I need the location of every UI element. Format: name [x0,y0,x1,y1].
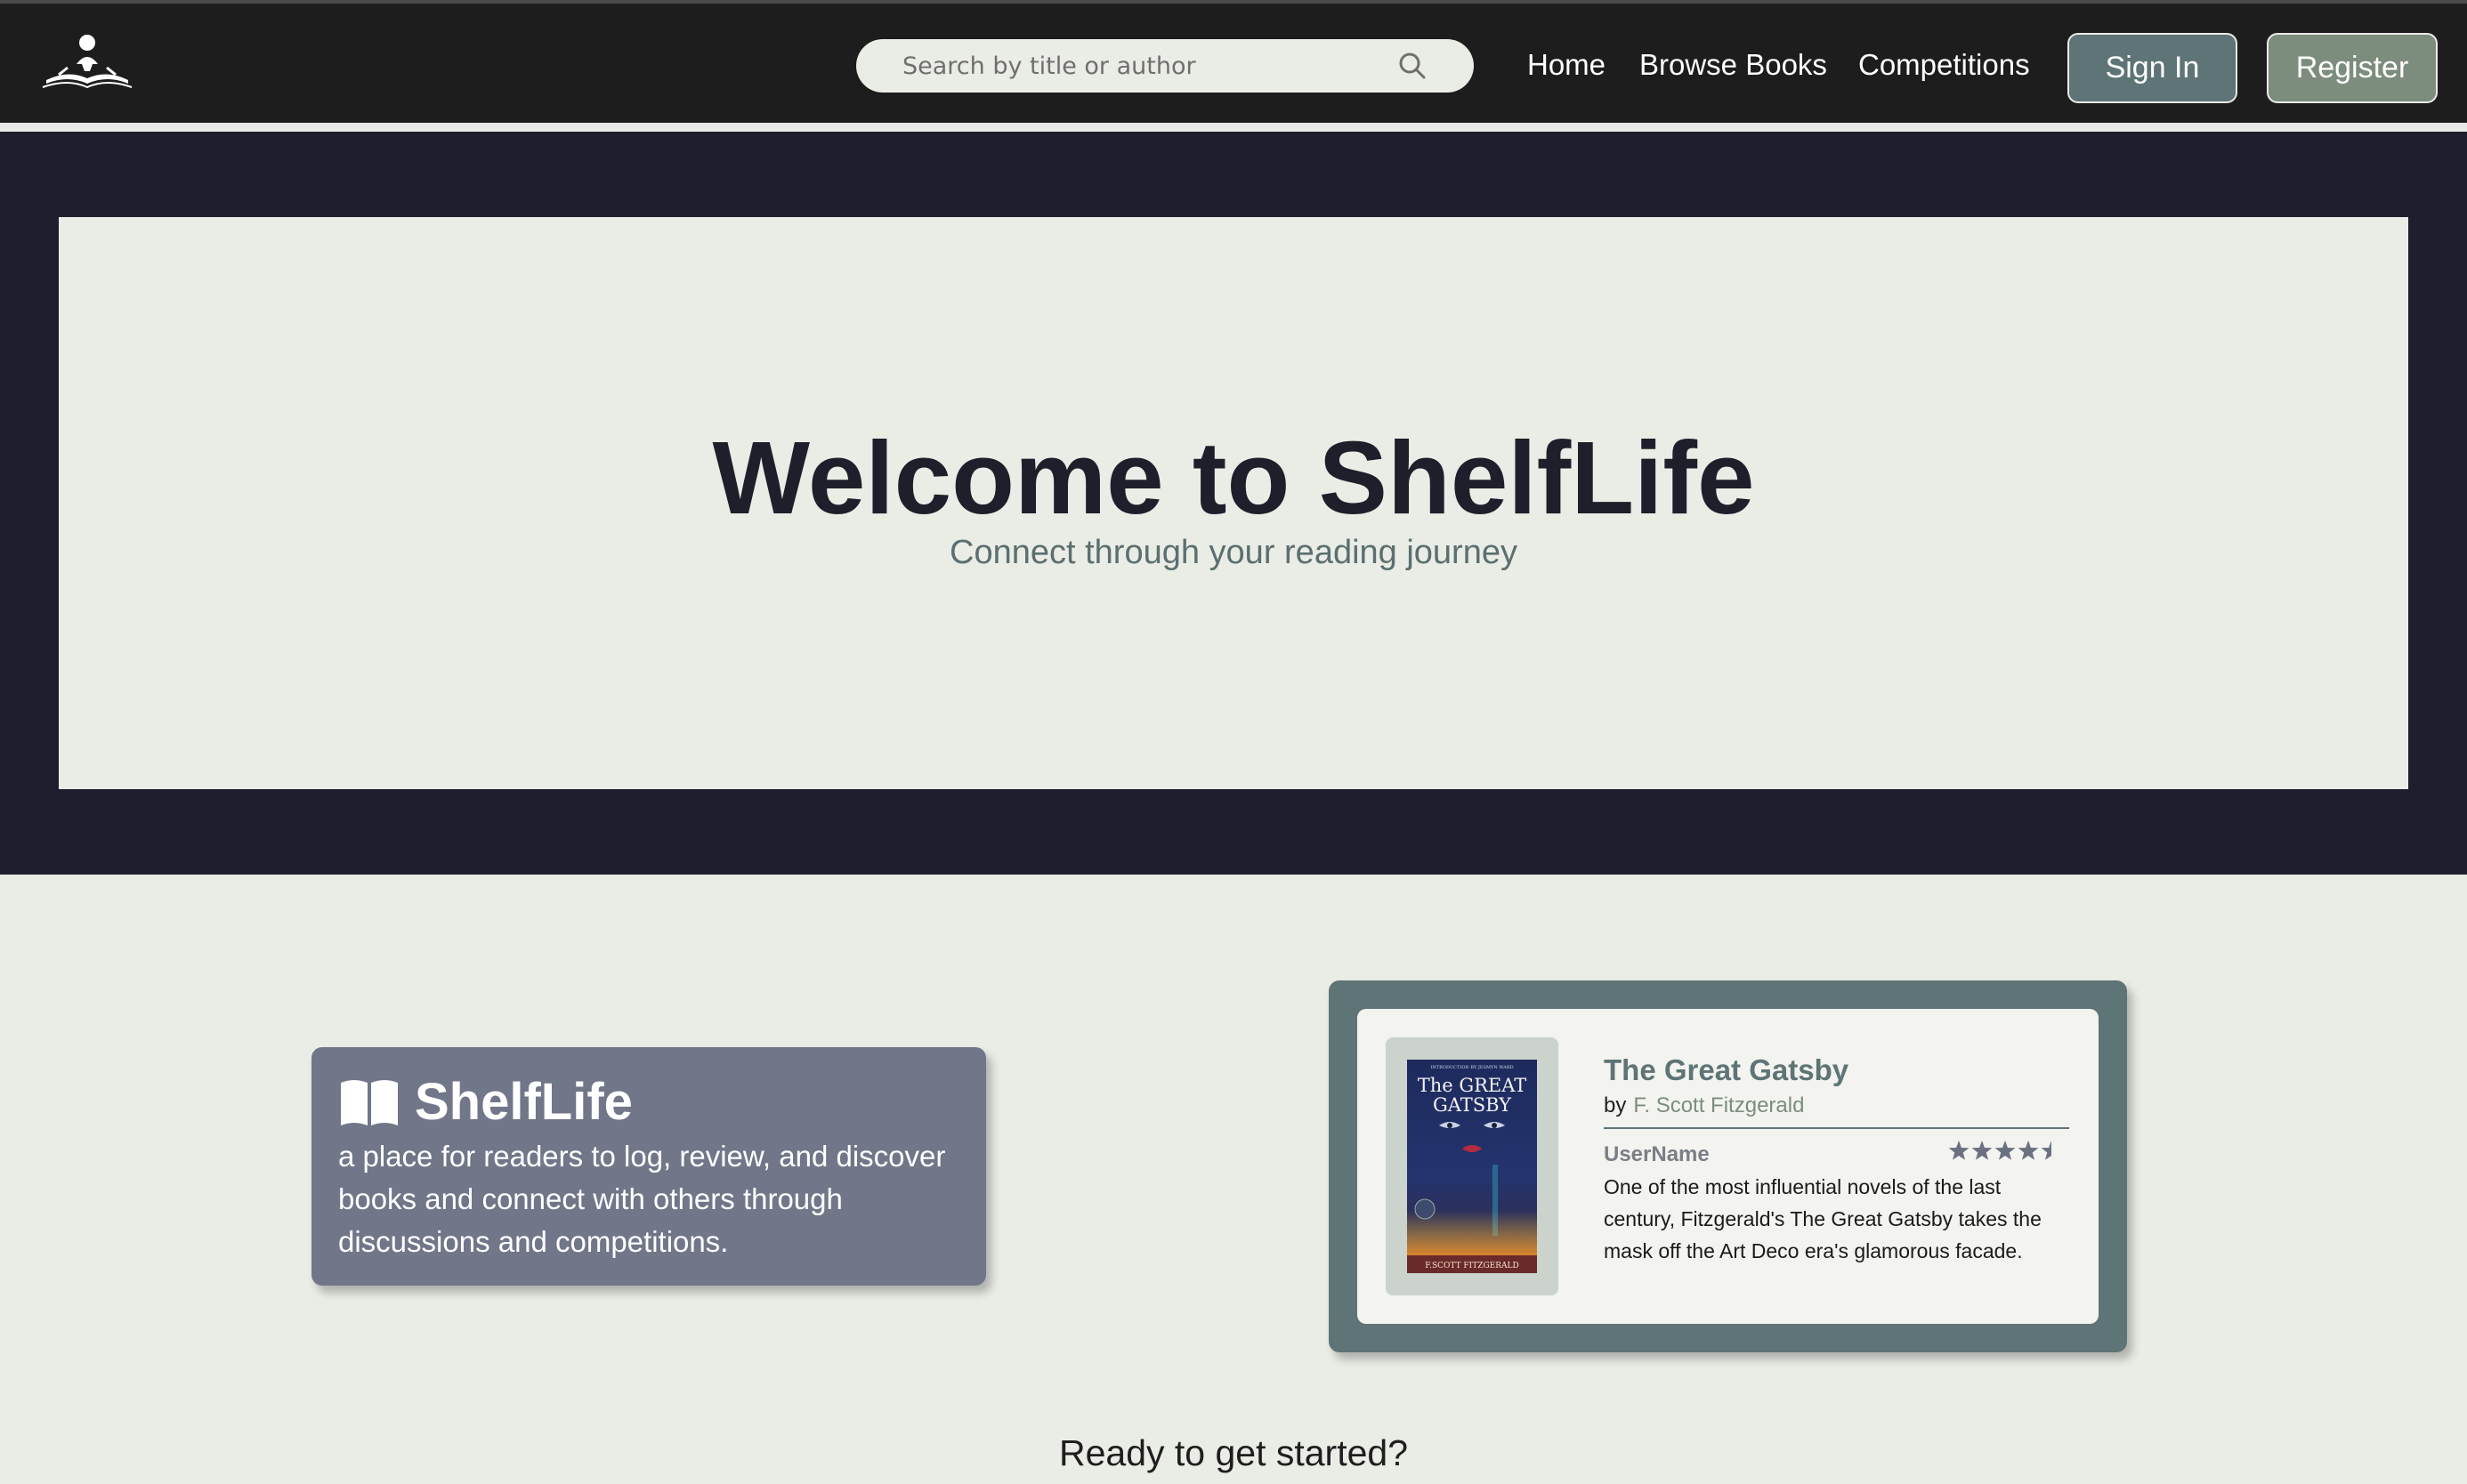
hero-panel: Welcome to ShelfLife Connect through you… [59,217,2408,789]
navbar: Home Browse Books Competitions Sign In R… [0,0,2467,127]
about-card: ShelfLife a place for readers to log, re… [311,1047,986,1286]
book-byline: by F. Scott Fitzgerald [1604,1093,1804,1118]
review-card-inner: INTRODUCTION BY JESMYN WARD The GREAT GA… [1357,1009,2099,1324]
review-card[interactable]: INTRODUCTION BY JESMYN WARD The GREAT GA… [1329,980,2127,1352]
book-cover-frame: INTRODUCTION BY JESMYN WARD The GREAT GA… [1386,1037,1558,1295]
svg-text:GATSBY: GATSBY [1433,1094,1512,1116]
about-card-title: ShelfLife [415,1073,633,1131]
star-icon [1948,1141,1970,1160]
star-icon [2018,1141,2039,1160]
nav-link-browse-books[interactable]: Browse Books [1639,48,1827,82]
sign-in-button[interactable]: Sign In [2067,33,2237,103]
svg-text:The GREAT: The GREAT [1418,1075,1527,1096]
search-input[interactable] [902,52,1388,80]
about-card-text: a place for readers to log, review, and … [338,1140,946,1258]
book-cover-image[interactable]: INTRODUCTION BY JESMYN WARD The GREAT GA… [1407,1060,1537,1273]
svg-text:F.SCOTT FITZGERALD: F.SCOTT FITZGERALD [1425,1262,1518,1270]
hero-subtitle: Connect through your reading journey [950,534,1517,571]
svg-text:INTRODUCTION BY JESMYN WARD: INTRODUCTION BY JESMYN WARD [1430,1065,1513,1070]
cta-heading: Ready to get started? [1058,1432,1409,1473]
logo-icon[interactable] [41,34,133,94]
by-label: by [1604,1093,1627,1117]
star-icon [1971,1141,1993,1160]
divider [1604,1127,2069,1129]
search-bar [856,39,1474,93]
review-text: One of the most influential novels of th… [1604,1175,2042,1262]
book-title[interactable]: The Great Gatsby [1604,1053,1848,1087]
about-card-header: ShelfLife [338,1072,959,1132]
book-author[interactable]: F. Scott Fitzgerald [1633,1093,1804,1117]
register-button[interactable]: Register [2267,33,2438,103]
search-icon[interactable] [1397,51,1428,81]
reviewer-name[interactable]: UserName [1604,1142,1710,1167]
star-icon [1994,1141,2016,1160]
star-icon [2041,1141,2051,1160]
nav-link-competitions[interactable]: Competitions [1858,48,2030,82]
star-rating [1948,1141,2051,1160]
nav-link-home[interactable]: Home [1527,48,1606,82]
open-book-icon [341,1079,398,1125]
hero-title: Welcome to ShelfLife [712,420,1755,536]
